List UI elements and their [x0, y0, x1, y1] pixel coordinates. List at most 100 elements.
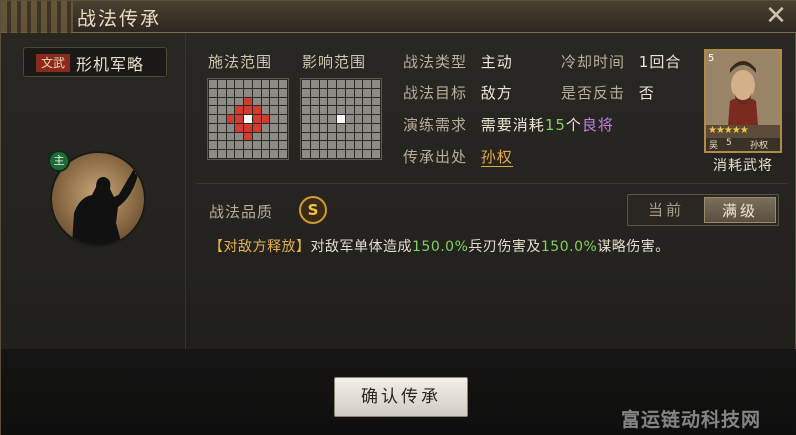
range-cell — [337, 150, 345, 158]
range-cell — [279, 132, 287, 141]
range-cell — [252, 106, 261, 115]
range-cell — [226, 88, 235, 97]
range-cell — [217, 132, 226, 141]
range-cell — [302, 132, 310, 141]
title-bar: 战法传承 ✕ — [1, 1, 796, 33]
range-cell — [372, 123, 380, 132]
range-cell — [363, 123, 372, 132]
range-cell — [279, 141, 287, 150]
range-cell — [319, 132, 328, 141]
range-cell — [319, 88, 328, 97]
range-cell — [235, 80, 244, 88]
origin-link[interactable]: 孙权 — [480, 148, 513, 167]
range-cell — [345, 115, 354, 123]
range-cell — [337, 141, 345, 150]
range-cell — [261, 115, 270, 123]
range-cell — [328, 97, 337, 106]
range-cell — [244, 115, 252, 123]
general-card[interactable]: 5 ★★★★★ 吴 5 孙权 — [704, 49, 782, 153]
range-cell — [244, 132, 252, 141]
range-cell — [235, 115, 244, 123]
range-cell — [209, 88, 217, 97]
range-cell — [217, 106, 226, 115]
range-cell — [310, 88, 319, 97]
range-cell — [217, 123, 226, 132]
range-cell — [319, 97, 328, 106]
toggle-current[interactable]: 当前 — [630, 197, 702, 223]
general-cost: 5 — [708, 53, 715, 64]
range-cell — [319, 80, 328, 88]
range-cell — [363, 97, 372, 106]
range-cell — [235, 123, 244, 132]
range-cell — [337, 123, 345, 132]
range-cell — [354, 80, 363, 88]
range-cell — [310, 115, 319, 123]
skill-name-plate: 文武 形机军略 — [23, 47, 167, 77]
range-cell — [328, 123, 337, 132]
range-cell — [209, 106, 217, 115]
range-cell — [345, 106, 354, 115]
general-level: 5 — [726, 138, 732, 148]
range-cell — [345, 150, 354, 158]
range-cell — [302, 123, 310, 132]
train-count: 15 — [544, 116, 566, 134]
range-cell — [279, 115, 287, 123]
range-cell — [337, 88, 345, 97]
range-cell — [261, 88, 270, 97]
range-cell — [363, 132, 372, 141]
range-cell — [328, 106, 337, 115]
range-cell — [319, 141, 328, 150]
range-cell — [209, 141, 217, 150]
watermark: 富运链动科技网 — [621, 409, 762, 431]
range-cell — [354, 97, 363, 106]
inherit-dialog: 战法传承 ✕ 文武 形机军略 主 施法范围 影响范围 战法类型 主动 冷却时间 … — [0, 0, 796, 435]
cooldown-label: 冷却时间 — [561, 53, 626, 71]
range-cell — [261, 80, 270, 88]
range-cell — [252, 123, 261, 132]
range-cell — [319, 106, 328, 115]
range-cell — [209, 97, 217, 106]
range-cell — [270, 150, 279, 158]
range-cell — [310, 150, 319, 158]
range-cell — [345, 97, 354, 106]
range-cell — [328, 150, 337, 158]
info-target: 战法目标 敌方 — [403, 82, 513, 103]
range-cell — [217, 80, 226, 88]
info-origin: 传承出处 孙权 — [403, 146, 513, 167]
toggle-max-level[interactable]: 满级 — [704, 197, 776, 223]
range-cell — [252, 80, 261, 88]
range-cell — [209, 132, 217, 141]
range-cell — [345, 88, 354, 97]
range-cell — [226, 97, 235, 106]
range-cell — [372, 115, 380, 123]
range-cell — [337, 97, 345, 106]
range-cell — [261, 132, 270, 141]
desc-num-2: 150.0% — [540, 239, 598, 255]
range-cell — [261, 97, 270, 106]
close-icon[interactable]: ✕ — [763, 3, 789, 29]
general-meta: 吴 5 孙权 — [706, 138, 780, 151]
range-cell — [235, 150, 244, 158]
range-cell — [261, 150, 270, 158]
range-cell — [354, 141, 363, 150]
range-cell — [328, 132, 337, 141]
range-cell — [354, 150, 363, 158]
range-cell — [363, 150, 372, 158]
range-cell — [244, 141, 252, 150]
confirm-inherit-button[interactable]: 确认传承 — [334, 377, 468, 417]
range-cell — [345, 123, 354, 132]
origin-label: 传承出处 — [403, 148, 468, 166]
desc-text-3: 谋略伤害。 — [597, 239, 670, 255]
range-cell — [310, 97, 319, 106]
range-cell — [235, 88, 244, 97]
range-cell — [372, 106, 380, 115]
range-cell — [279, 97, 287, 106]
range-cell — [337, 132, 345, 141]
range-cell — [270, 115, 279, 123]
range-cell — [226, 106, 235, 115]
cast-range-grid — [207, 78, 289, 160]
range-cell — [354, 115, 363, 123]
range-cell — [244, 88, 252, 97]
skill-description: 【对敌方释放】对敌军单体造成150.0%兵刃伤害及150.0%谋略伤害。 — [209, 236, 670, 256]
range-cell — [310, 106, 319, 115]
